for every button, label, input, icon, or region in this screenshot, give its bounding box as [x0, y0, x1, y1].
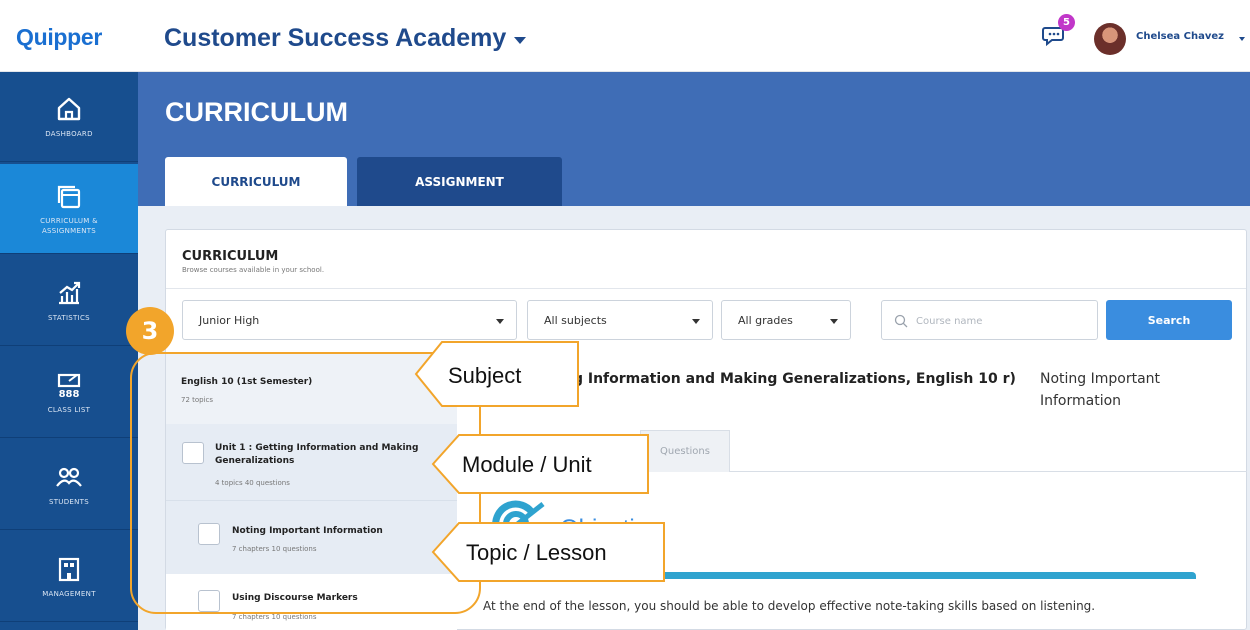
level-select-value: Junior High: [199, 313, 260, 327]
grade-select[interactable]: All grades: [721, 300, 851, 340]
tab-questions[interactable]: Questions: [640, 430, 730, 472]
course-search-field[interactable]: [881, 300, 1098, 340]
notification-badge: 5: [1058, 14, 1075, 31]
tab-assignment[interactable]: ASSIGNMENT: [357, 157, 562, 207]
course-search-input[interactable]: [916, 310, 1086, 332]
avatar[interactable]: [1094, 23, 1126, 55]
management-icon: [58, 557, 80, 581]
objective-divider: [652, 572, 1196, 579]
objective-description: At the end of the lesson, you should be …: [483, 599, 1096, 613]
level-select[interactable]: Junior High: [182, 300, 517, 340]
grade-select-value: All grades: [738, 313, 793, 327]
topic-heading: Noting Important Information: [1040, 371, 1161, 409]
user-menu-chevron-icon[interactable]: [1239, 37, 1245, 41]
sidebar-item-dashboard[interactable]: DASHBOARD: [0, 72, 138, 162]
callout-subject-label: Subject: [448, 363, 522, 388]
sidebar-item-label: STUDENTS: [48, 497, 89, 506]
card-title: CURRICULUM: [182, 249, 279, 264]
sidebar-item-label: CURRICULUM & ASSIGNMENTS: [40, 216, 98, 235]
sidebar-item-label: DASHBOARD: [45, 129, 93, 138]
chevron-down-icon: [692, 319, 700, 324]
callout-topic-label: Topic / Lesson: [466, 540, 607, 565]
curriculum-icon: [57, 185, 81, 208]
notifications-button[interactable]: 5: [1042, 14, 1075, 48]
sidebar-item-label: CLASS LIST: [47, 405, 91, 414]
students-icon: [56, 467, 82, 487]
home-icon: [57, 97, 81, 120]
sidebar-item-management[interactable]: MANAGEMENT: [0, 532, 138, 622]
card-subtitle: Browse courses available in your school.: [182, 266, 325, 274]
class-list-icon: 888: [57, 373, 81, 399]
search-icon: [894, 314, 908, 328]
search-button[interactable]: Search: [1106, 300, 1232, 340]
sidebar: DASHBOARD CURRICULUM & ASSIGNMENTS STATI…: [0, 72, 138, 630]
sidebar-item-students[interactable]: STUDENTS: [0, 440, 138, 530]
sidebar-item-class-list[interactable]: 888 CLASS LIST: [0, 348, 138, 438]
chevron-down-icon: [514, 37, 527, 44]
topic-meta: 7 chapters 10 questions: [232, 613, 317, 621]
step-badge: 3: [126, 307, 174, 355]
course-title: ng Information and Making Generalization…: [563, 371, 1016, 387]
chevron-down-icon: [496, 319, 504, 324]
chart-icon: [59, 281, 81, 304]
sidebar-item-statistics[interactable]: STATISTICS: [0, 256, 138, 346]
quipper-logo[interactable]: Quipper: [16, 24, 102, 51]
tab-curriculum[interactable]: CURRICULUM: [165, 157, 347, 207]
subject-select-value: All subjects: [544, 313, 607, 327]
top-bar: Quipper Customer Success Academy 5 Chels…: [0, 0, 1250, 72]
sidebar-item-label: MANAGEMENT: [42, 589, 96, 598]
sidebar-item-curriculum[interactable]: CURRICULUM & ASSIGNMENTS: [0, 164, 138, 254]
sidebar-item-label: STATISTICS: [48, 313, 90, 322]
divider: [166, 288, 1246, 289]
page-title: CURRICULUM: [165, 97, 348, 127]
subject-select[interactable]: All subjects: [527, 300, 713, 340]
user-name[interactable]: Chelsea Chavez: [1136, 31, 1224, 42]
callout-unit-label: Module / Unit: [462, 452, 592, 477]
svg-text:888: 888: [59, 389, 80, 399]
school-name: Customer Success Academy: [164, 24, 507, 52]
school-switcher[interactable]: Customer Success Academy: [164, 24, 527, 53]
chevron-down-icon: [830, 319, 838, 324]
